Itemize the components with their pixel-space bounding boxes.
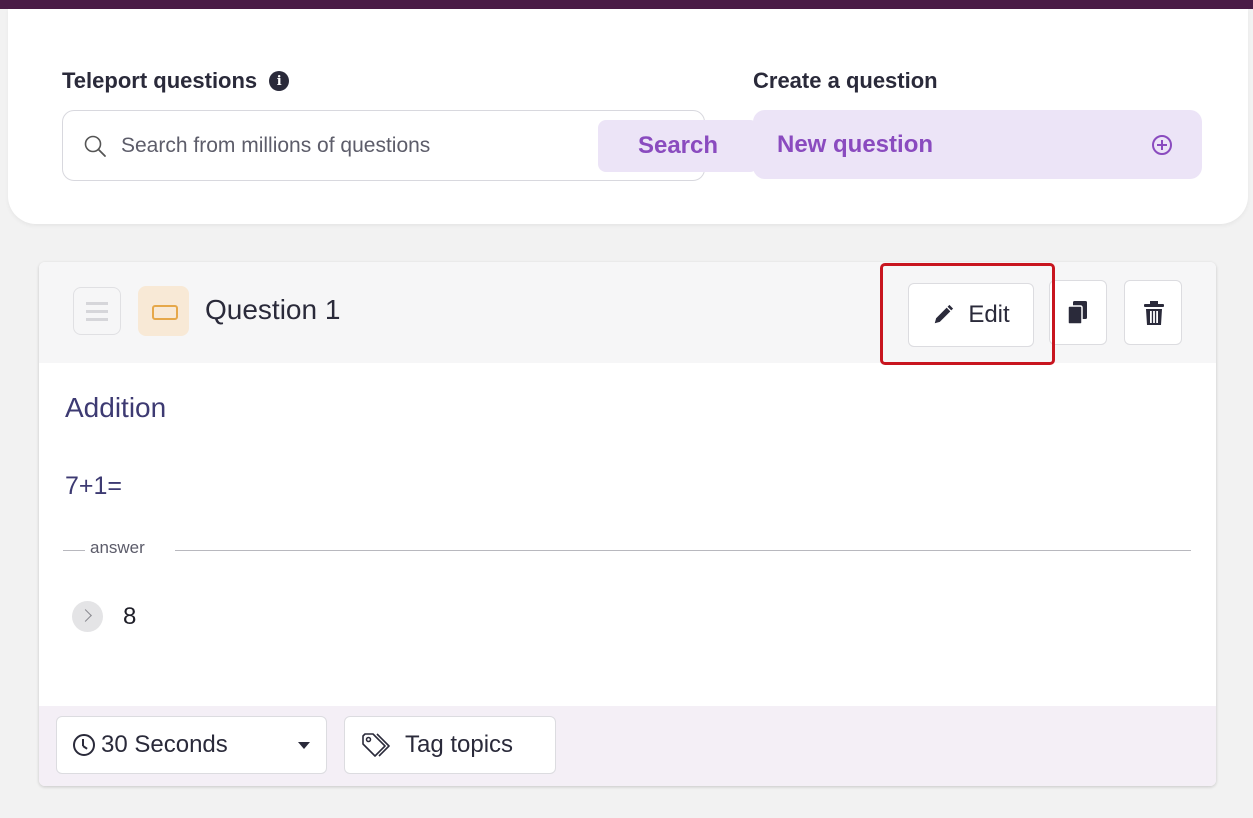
chevron-right-icon[interactable] xyxy=(72,601,103,632)
search-icon xyxy=(84,135,106,157)
drag-handle-icon[interactable] xyxy=(73,287,121,335)
question-title: Question 1 xyxy=(205,294,341,325)
duplicate-button[interactable] xyxy=(1049,280,1107,345)
answer-label: answer xyxy=(90,538,145,557)
new-question-button[interactable]: New question xyxy=(753,110,1202,179)
answer-divider xyxy=(63,550,1191,551)
teleport-questions-title: Teleport questions xyxy=(62,68,258,93)
question-expression: 7+1= xyxy=(65,472,123,500)
search-input[interactable] xyxy=(121,129,531,163)
search-box: Search xyxy=(62,110,758,181)
question-topic: Addition xyxy=(65,392,167,423)
info-icon[interactable]: i xyxy=(269,71,290,91)
tag-topics-button[interactable]: Tag topics xyxy=(344,716,556,774)
tag-icon xyxy=(362,733,390,757)
search-button[interactable]: Search xyxy=(598,120,758,172)
trash-icon xyxy=(1144,301,1164,325)
plus-circle-icon xyxy=(1152,134,1172,155)
teleport-questions-heading: Teleport questions i xyxy=(62,68,290,94)
question-type-icon xyxy=(138,286,189,336)
time-limit-label: 30 Seconds xyxy=(101,731,228,758)
clock-icon xyxy=(73,734,95,756)
question-card: Question 1 Edit Addition 7+1= answer 8 3… xyxy=(39,262,1216,786)
delete-button[interactable] xyxy=(1124,280,1182,345)
create-question-title: Create a question xyxy=(753,68,938,93)
copy-icon xyxy=(1067,301,1087,325)
question-footer: 30 Seconds Tag topics xyxy=(39,706,1216,786)
tag-topics-label: Tag topics xyxy=(405,731,514,758)
edit-highlight-box xyxy=(880,263,1055,365)
top-bar xyxy=(0,0,1253,9)
create-question-heading: Create a question xyxy=(753,68,938,94)
time-limit-select[interactable]: 30 Seconds xyxy=(56,716,327,774)
answer-value: 8 xyxy=(123,603,137,630)
caret-down-icon xyxy=(298,741,310,749)
new-question-label: New question xyxy=(777,130,934,158)
